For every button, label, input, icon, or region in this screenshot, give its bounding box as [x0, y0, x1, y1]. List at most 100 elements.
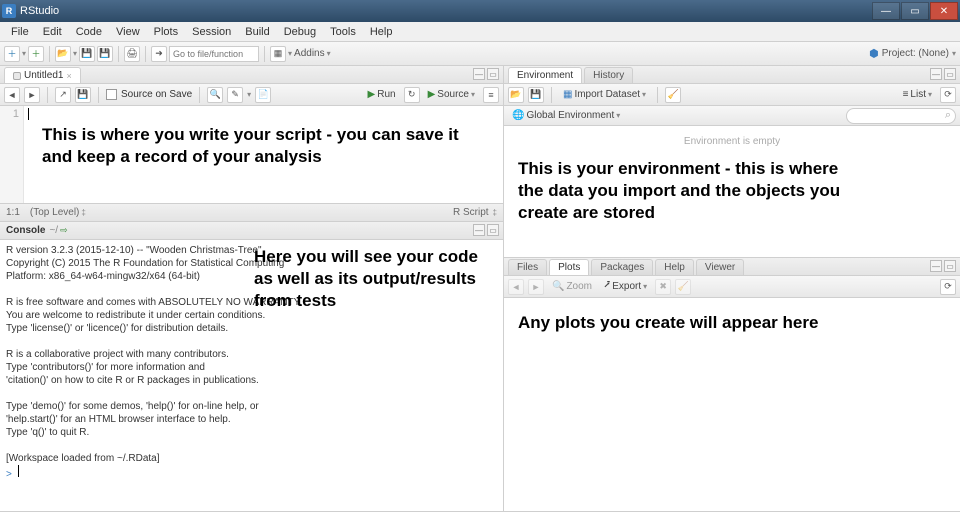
window-close-button[interactable]: ✕ — [930, 2, 958, 20]
close-tab-icon[interactable]: × — [66, 71, 71, 81]
window-maximize-button[interactable]: ▭ — [901, 2, 929, 20]
console-title: Console — [6, 225, 45, 236]
print-icon[interactable]: 🖨 — [124, 46, 140, 62]
pane-maximize-icon[interactable]: ▭ — [487, 224, 499, 236]
env-scope-button[interactable]: 🌐 Global Environment ▾ — [508, 109, 624, 122]
tab-viewer[interactable]: Viewer — [696, 259, 744, 275]
view-mode-button[interactable]: ≡ List ▾ — [899, 88, 936, 101]
project-icon: ⬢ — [869, 47, 879, 60]
project-label: Project: (None) — [882, 48, 949, 59]
plot-next-icon[interactable]: ► — [528, 279, 544, 295]
tab-plots[interactable]: Plots — [549, 259, 589, 275]
line-gutter: 1 — [0, 106, 24, 203]
app-icon: R — [2, 4, 16, 18]
pane-minimize-icon[interactable]: — — [930, 68, 942, 80]
pane-minimize-icon[interactable]: — — [473, 224, 485, 236]
clear-plots-icon[interactable]: 🧹 — [675, 279, 691, 295]
window-title: RStudio — [20, 5, 59, 17]
plots-pane: Files Plots Packages Help Viewer — ▭ ◄ ►… — [504, 258, 960, 512]
import-dataset-button[interactable]: ▦ Import Dataset ▾ — [559, 88, 650, 101]
import-icon: ▦ — [563, 89, 572, 100]
menu-debug[interactable]: Debug — [277, 24, 323, 40]
export-button[interactable]: ⭷ Export ▾ — [600, 277, 651, 296]
annotation-plots: Any plots you create will appear here — [518, 312, 918, 334]
outline-icon[interactable]: ≡ — [483, 87, 499, 103]
console-wd-icon[interactable]: ⇨ — [60, 225, 68, 236]
tab-files[interactable]: Files — [508, 259, 547, 275]
addins-menu[interactable]: Addins ▾ — [294, 48, 331, 59]
source-button[interactable]: ▶ Source ▾ — [424, 88, 479, 101]
menu-build[interactable]: Build — [238, 24, 276, 40]
menu-view[interactable]: View — [109, 24, 147, 40]
annotation-env: This is your environment - this is where… — [518, 158, 848, 224]
back-icon[interactable]: ◄ — [4, 87, 20, 103]
save-source-icon[interactable]: 💾 — [75, 87, 91, 103]
main-toolbar: ＋ ▾ ＋ 📂 ▾ 💾 💾 🖨 ➜ ▦ ▾ Addins ▾ ⬢ Project… — [0, 42, 960, 66]
env-search-input[interactable] — [846, 108, 956, 124]
save-all-icon[interactable]: 💾 — [97, 46, 113, 62]
file-type-label[interactable]: R Script — [453, 207, 489, 218]
menu-help[interactable]: Help — [363, 24, 400, 40]
menu-plots[interactable]: Plots — [147, 24, 185, 40]
new-file-icon[interactable]: ＋ — [4, 46, 20, 62]
tab-packages[interactable]: Packages — [591, 259, 653, 275]
tab-help[interactable]: Help — [655, 259, 694, 275]
new-project-icon[interactable]: ＋ — [28, 46, 44, 62]
pane-minimize-icon[interactable]: — — [930, 260, 942, 272]
plot-prev-icon[interactable]: ◄ — [508, 279, 524, 295]
source-on-save-checkbox[interactable] — [106, 89, 117, 100]
remove-plot-icon[interactable]: ✖ — [655, 279, 671, 295]
tab-history[interactable]: History — [584, 67, 633, 83]
console-pane: Console ~/ ⇨ — ▭ R version 3.2.3 (2015-1… — [0, 222, 503, 512]
pane-maximize-icon[interactable]: ▭ — [944, 260, 956, 272]
goto-file-input[interactable] — [169, 46, 259, 62]
source-editor[interactable]: 1 This is where you write your script - … — [0, 106, 503, 203]
save-workspace-icon[interactable]: 💾 — [528, 87, 544, 103]
console-output[interactable]: R version 3.2.3 (2015-12-10) -- "Wooden … — [0, 240, 503, 511]
run-icon: ▶ — [368, 89, 376, 100]
save-icon[interactable]: 💾 — [79, 46, 95, 62]
rerun-icon[interactable]: ↻ — [404, 87, 420, 103]
zoom-button[interactable]: 🔍 Zoom — [548, 280, 596, 293]
window-minimize-button[interactable]: — — [872, 2, 900, 20]
open-file-icon[interactable]: 📂 — [55, 46, 71, 62]
wand-icon[interactable]: ✎ — [227, 87, 243, 103]
tab-environment[interactable]: Environment — [508, 67, 582, 83]
export-icon: ⭷ — [604, 278, 610, 295]
source-statusbar: 1:1 (Top Level) ‡ R Script ‡ — [0, 203, 503, 221]
pane-maximize-icon[interactable]: ▭ — [487, 68, 499, 80]
menu-file[interactable]: File — [4, 24, 36, 40]
compile-icon[interactable]: 📄 — [255, 87, 271, 103]
source-pane: Untitled1 × — ▭ ◄ ► ↗ 💾 Source on Save 🔍 — [0, 66, 503, 222]
env-empty-label: Environment is empty — [504, 126, 960, 157]
pane-minimize-icon[interactable]: — — [473, 68, 485, 80]
forward-icon[interactable]: ► — [24, 87, 40, 103]
popout-icon[interactable]: ↗ — [55, 87, 71, 103]
source-tab[interactable]: Untitled1 × — [4, 67, 81, 83]
console-path: ~/ — [49, 225, 58, 236]
grid-icon[interactable]: ▦ — [270, 46, 286, 62]
find-icon[interactable]: 🔍 — [207, 87, 223, 103]
menu-tools[interactable]: Tools — [323, 24, 363, 40]
source-icon: ▶ — [428, 89, 436, 100]
menu-edit[interactable]: Edit — [36, 24, 69, 40]
clear-workspace-icon[interactable]: 🧹 — [665, 87, 681, 103]
addins-label: Addins — [294, 48, 325, 59]
list-icon: ≡ — [903, 89, 909, 100]
menu-session[interactable]: Session — [185, 24, 238, 40]
menu-code[interactable]: Code — [69, 24, 109, 40]
goto-icon[interactable]: ➜ — [151, 46, 167, 62]
project-menu[interactable]: ⬢ Project: (None) ▾ — [869, 47, 956, 60]
file-icon — [13, 72, 21, 80]
pane-maximize-icon[interactable]: ▭ — [944, 68, 956, 80]
zoom-icon: 🔍 — [552, 281, 564, 292]
refresh-plots-icon[interactable]: ⟳ — [940, 279, 956, 295]
window-titlebar: R RStudio — ▭ ✕ — [0, 0, 960, 22]
load-workspace-icon[interactable]: 📂 — [508, 87, 524, 103]
scope-label[interactable]: (Top Level) — [30, 207, 79, 218]
run-button[interactable]: ▶ Run — [364, 88, 400, 101]
menubar: File Edit Code View Plots Session Build … — [0, 22, 960, 42]
console-prompt: > — [6, 469, 12, 480]
source-tab-label: Untitled1 — [24, 70, 63, 81]
refresh-env-icon[interactable]: ⟳ — [940, 87, 956, 103]
